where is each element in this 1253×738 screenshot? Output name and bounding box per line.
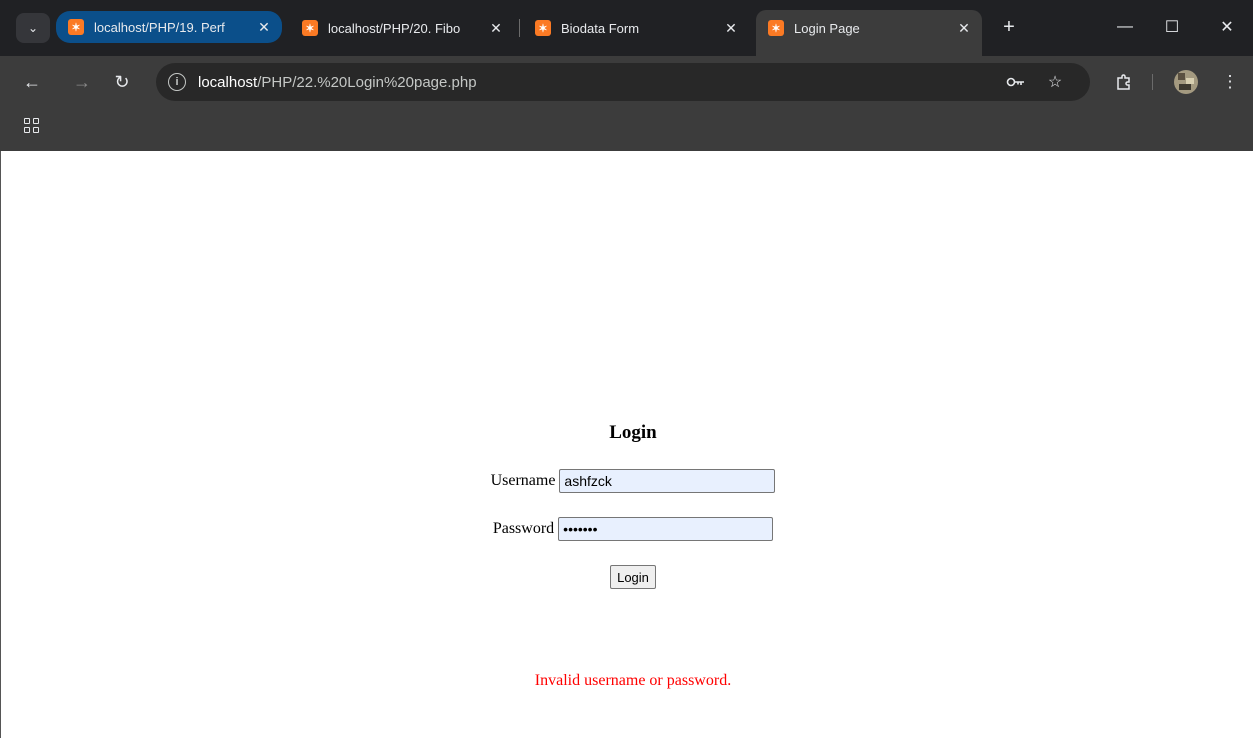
page-title: Login bbox=[609, 422, 657, 443]
error-message: Invalid username or password. bbox=[534, 672, 732, 689]
tab-title: localhost/PHP/20. Fibo bbox=[328, 20, 461, 36]
info-icon[interactable]: i bbox=[168, 73, 186, 91]
close-icon[interactable]: ✕ bbox=[721, 18, 741, 38]
button-row: Login bbox=[1, 565, 1253, 589]
tab-fibonacci[interactable]: ✶ localhost/PHP/20. Fibo ✕ bbox=[290, 10, 514, 46]
extensions-icon[interactable] bbox=[1110, 68, 1138, 96]
xampp-favicon-icon: ✶ bbox=[302, 20, 318, 36]
tab-separator bbox=[519, 19, 520, 37]
reload-icon[interactable]: ↻ bbox=[108, 68, 136, 96]
minimize-button[interactable]: — bbox=[1105, 10, 1145, 44]
tab-search-button[interactable]: ⌄ bbox=[16, 13, 50, 43]
xampp-favicon-icon: ✶ bbox=[68, 19, 84, 35]
apps-grid-icon[interactable] bbox=[24, 118, 40, 134]
tab-title: Biodata Form bbox=[561, 20, 640, 36]
toolbar-separator bbox=[1152, 74, 1153, 90]
close-icon[interactable]: ✕ bbox=[486, 18, 506, 38]
tab-perfect-number[interactable]: ✶ localhost/PHP/19. Perf ✕ bbox=[56, 11, 282, 43]
back-arrow-icon[interactable]: ← bbox=[18, 68, 46, 96]
password-label: Password bbox=[492, 520, 555, 537]
close-icon[interactable]: ✕ bbox=[954, 18, 974, 38]
bookmarks-bar bbox=[0, 108, 1253, 151]
tab-login-page[interactable]: ✶ Login Page ✕ bbox=[756, 10, 982, 56]
browser-chrome: ⌄ ✶ localhost/PHP/19. Perf ✕ ✶ localhost… bbox=[0, 0, 1253, 151]
address-bar[interactable]: i localhost/PHP/22.%20Login%20page.php ☆ bbox=[156, 63, 1090, 101]
password-row: Password bbox=[1, 517, 1253, 541]
key-icon-svg bbox=[1006, 77, 1024, 87]
tab-biodata-form[interactable]: ✶ Biodata Form ✕ bbox=[523, 10, 749, 46]
username-input[interactable] bbox=[559, 469, 776, 493]
puzzle-icon bbox=[1117, 74, 1130, 90]
window-close-button[interactable]: ✕ bbox=[1207, 10, 1247, 44]
xampp-favicon-icon: ✶ bbox=[535, 20, 551, 36]
profile-avatar[interactable] bbox=[1174, 70, 1198, 94]
menu-kebab-icon[interactable]: ⋮ bbox=[1216, 68, 1244, 96]
forward-arrow-icon[interactable]: → bbox=[68, 68, 96, 96]
login-button[interactable]: Login bbox=[610, 565, 656, 589]
maximize-button[interactable]: ☐ bbox=[1152, 10, 1192, 44]
page-content: Login Username Password Login Invalid us… bbox=[0, 151, 1253, 738]
chevron-down-icon: ⌄ bbox=[27, 21, 39, 35]
browser-toolbar: ← → ↻ i localhost/PHP/22.%20Login%20page… bbox=[0, 56, 1253, 108]
key-icon[interactable] bbox=[1006, 72, 1026, 92]
tab-title: Login Page bbox=[794, 20, 860, 36]
xampp-favicon-icon: ✶ bbox=[768, 20, 784, 36]
url-text[interactable]: localhost/PHP/22.%20Login%20page.php bbox=[198, 74, 477, 91]
star-icon[interactable]: ☆ bbox=[1045, 72, 1065, 92]
close-icon[interactable]: ✕ bbox=[254, 17, 274, 37]
username-label: Username bbox=[490, 472, 556, 489]
tab-strip: ⌄ ✶ localhost/PHP/19. Perf ✕ ✶ localhost… bbox=[0, 0, 1253, 56]
new-tab-button[interactable]: + bbox=[996, 14, 1022, 40]
username-row: Username bbox=[1, 469, 1253, 493]
password-input[interactable] bbox=[558, 517, 774, 541]
tab-title: localhost/PHP/19. Perf bbox=[94, 19, 225, 35]
